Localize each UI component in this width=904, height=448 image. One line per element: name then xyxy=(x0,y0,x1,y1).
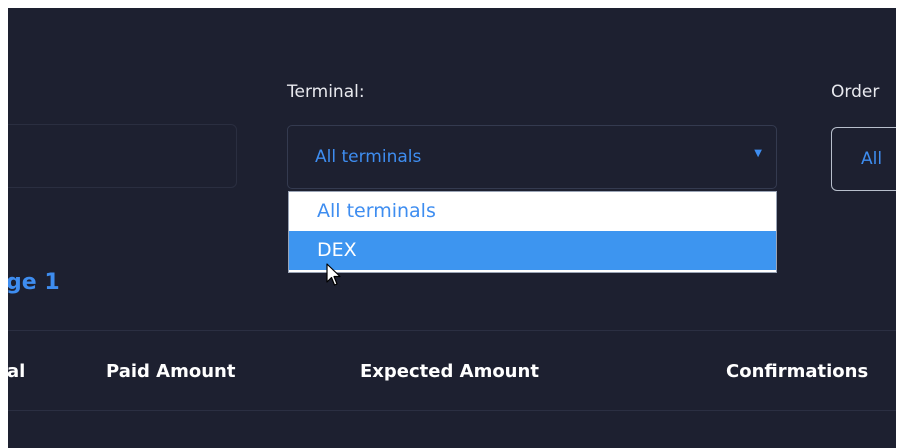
order-select[interactable]: All xyxy=(831,127,896,191)
app-panel: Terminal: All terminals ▼ Order All All … xyxy=(8,8,896,448)
order-select-value: All xyxy=(861,149,883,169)
section-title: ge 1 xyxy=(8,270,60,295)
caret-down-icon: ▼ xyxy=(754,148,762,159)
table-header-divider xyxy=(8,410,896,411)
previous-filter-field[interactable] xyxy=(8,124,237,188)
table-header-cell: al xyxy=(8,361,26,382)
table-header-confirmations: Confirmations xyxy=(726,361,869,382)
dropdown-option-dex[interactable]: DEX xyxy=(289,231,776,270)
terminal-dropdown-list: All terminals DEX xyxy=(288,191,777,273)
terminal-label: Terminal: xyxy=(287,82,365,102)
order-label: Order xyxy=(831,82,880,102)
table-header-expected-amount: Expected Amount xyxy=(360,361,539,382)
terminal-select-value: All terminals xyxy=(315,147,422,167)
table-header-paid-amount: Paid Amount xyxy=(106,361,236,382)
terminal-select[interactable]: All terminals ▼ xyxy=(287,125,777,189)
mouse-pointer-icon xyxy=(326,263,341,286)
dropdown-option-all-terminals[interactable]: All terminals xyxy=(289,192,776,231)
table-top-divider xyxy=(8,330,896,331)
